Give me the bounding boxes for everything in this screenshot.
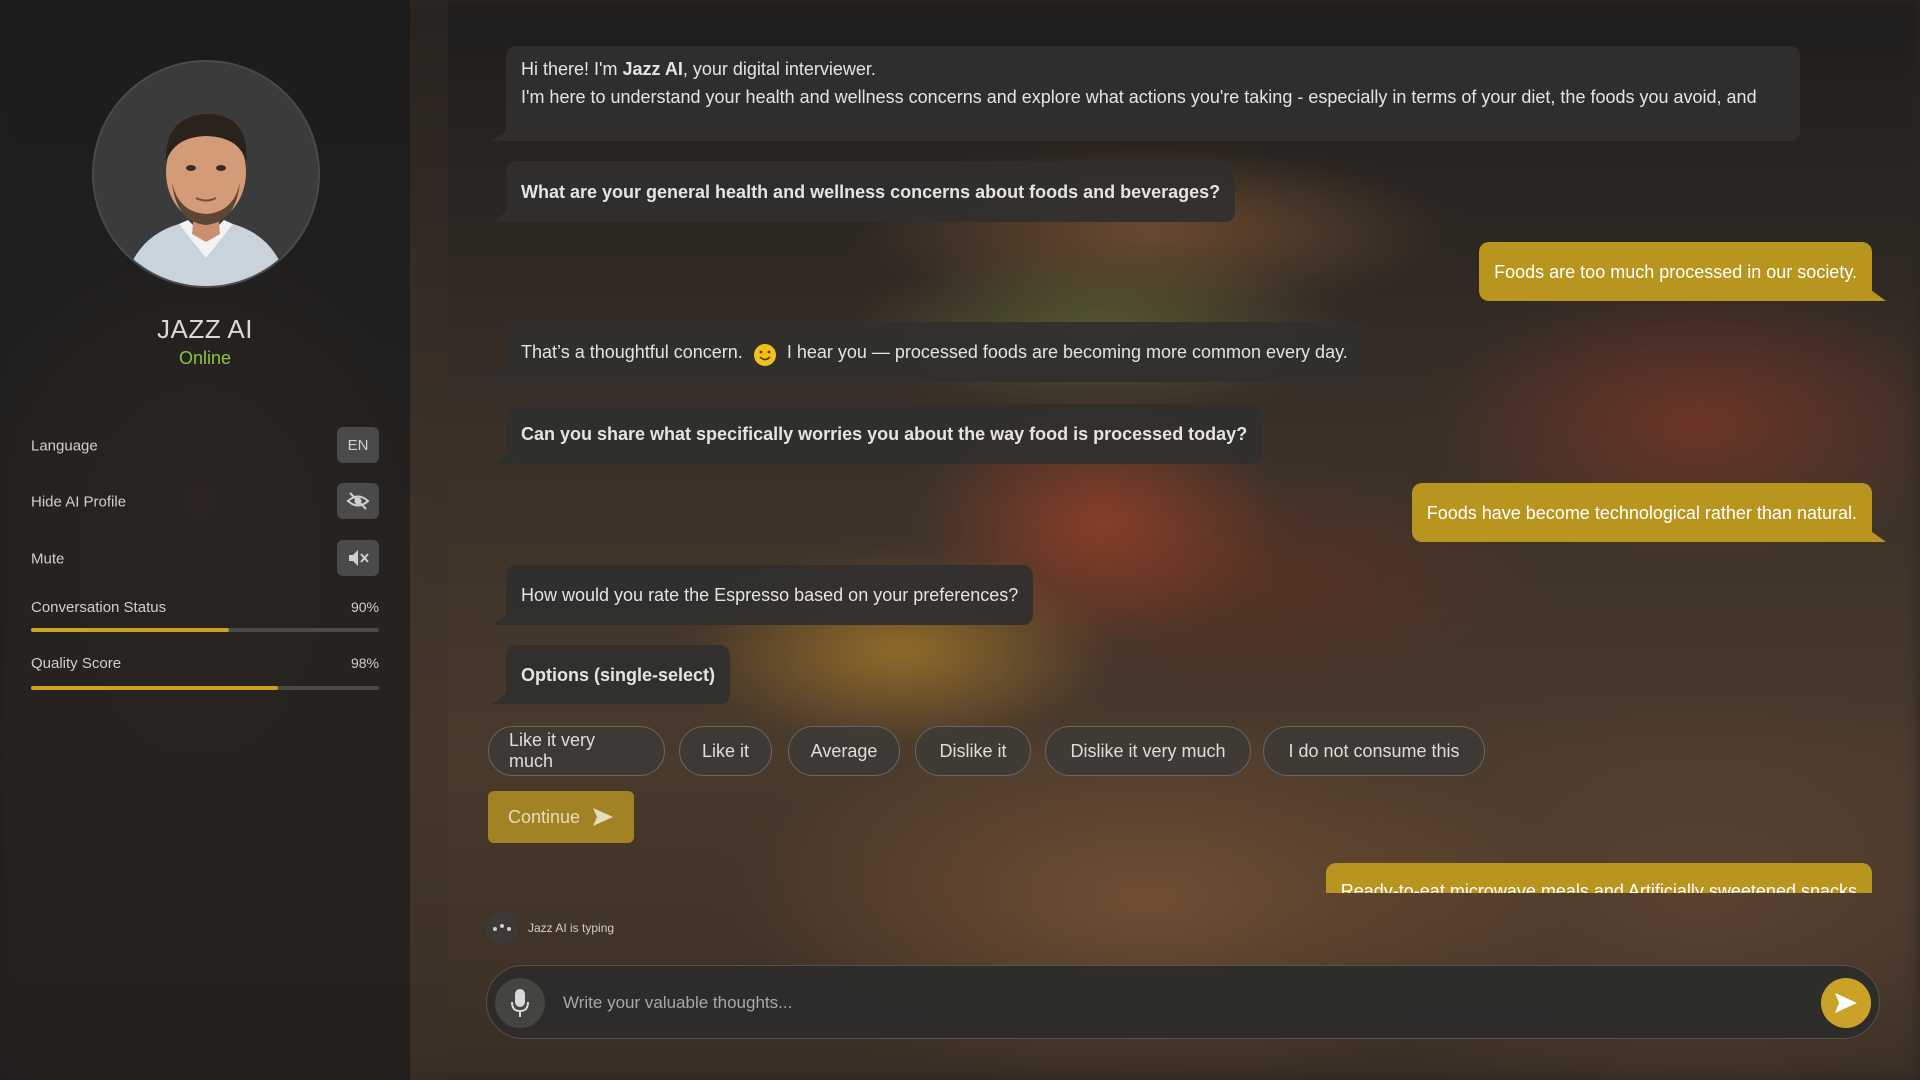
intro-line-2: I'm here to understand your health and w… — [521, 87, 1757, 107]
quality-score-value: 98% — [350, 655, 379, 671]
microphone-button[interactable] — [495, 978, 545, 1028]
ai-question: Can you share what specifically worries … — [491, 404, 1263, 464]
option-dislike-it-very-much[interactable]: Dislike it very much — [1045, 726, 1251, 776]
speaker-muted-icon — [349, 550, 369, 566]
intro-text-end: , your digital interviewer. — [682, 59, 876, 79]
language-setting: Language EN — [31, 427, 379, 465]
mute-setting: Mute — [31, 540, 379, 578]
conversation-status-value: 90% — [350, 599, 379, 615]
ack-text-rest: I hear you — processed foods are becomin… — [786, 342, 1348, 362]
language-label: Language — [31, 437, 98, 455]
conversation-status-fill — [31, 628, 230, 632]
option-like-it[interactable]: Like it — [679, 726, 772, 776]
microphone-icon — [511, 989, 529, 1017]
eye-off-icon — [346, 492, 370, 510]
options-title: Options (single-select) — [491, 645, 731, 704]
message-input[interactable] — [561, 980, 1785, 1026]
agent-name: JAZZ AI — [157, 314, 253, 344]
intro-line-1: Hi there! I'm Jazz AI, your digital inte… — [521, 55, 1785, 83]
mute-label: Mute — [31, 550, 65, 568]
intro-text: Hi there! I'm — [521, 59, 623, 79]
sidebar: JAZZ AI Online Language EN Hide AI Profi… — [0, 0, 410, 1080]
agent-status: Online — [178, 348, 232, 368]
conversation-status-track — [31, 628, 379, 632]
agent-name-inline: Jazz AI — [622, 59, 683, 79]
ack-text: That’s a thoughtful concern. — [521, 342, 743, 362]
scroll-clip: Ready-to-eat microwave meals and Artific… — [448, 858, 1920, 893]
send-arrow-icon — [593, 808, 614, 826]
continue-button[interactable]: Continue — [488, 791, 634, 843]
mute-button[interactable] — [337, 540, 379, 576]
typing-indicator-icon — [486, 912, 518, 944]
hide-profile-label: Hide AI Profile — [31, 493, 127, 511]
user-answer: Foods are too much processed in our soci… — [1479, 242, 1886, 301]
continue-label: Continue — [507, 806, 581, 827]
option-dislike-it[interactable]: Dislike it — [915, 726, 1031, 776]
hide-profile-setting: Hide AI Profile — [31, 483, 379, 521]
language-button[interactable]: EN — [337, 427, 379, 463]
user-answer-partial: Ready-to-eat microwave meals and Artific… — [1325, 863, 1872, 893]
quality-score-label: Quality Score — [31, 655, 122, 672]
avatar-portrait — [94, 62, 318, 286]
quality-score-track — [31, 686, 379, 690]
option-like-it-very-much[interactable]: Like it very much — [488, 726, 665, 776]
ai-question: How would you rate the Espresso based on… — [491, 565, 1034, 625]
typing-dots-icon — [493, 924, 511, 931]
ai-message-ack: That’s a thoughtful concern. I hear you … — [492, 322, 1363, 382]
ai-question: What are your general health and wellnes… — [491, 161, 1236, 222]
avatar — [92, 60, 320, 288]
send-button[interactable] — [1821, 978, 1871, 1028]
typing-indicator-text: Jazz AI is typing — [528, 921, 615, 935]
option-do-not-consume[interactable]: I do not consume this — [1263, 726, 1485, 776]
smiley-icon — [753, 344, 776, 366]
send-icon — [1835, 993, 1857, 1013]
user-answer: Foods have become technological rather t… — [1411, 483, 1887, 542]
chat-panel: Hi there! I'm Jazz AI, your digital inte… — [448, 0, 1920, 1080]
message-composer — [486, 965, 1880, 1039]
conversation-status-label: Conversation Status — [31, 599, 167, 616]
option-average[interactable]: Average — [788, 726, 900, 776]
quality-score-fill — [31, 686, 279, 690]
sidebar-divider — [410, 0, 448, 1080]
hide-profile-button[interactable] — [337, 483, 379, 519]
ai-message-intro: Hi there! I'm Jazz AI, your digital inte… — [492, 46, 1800, 141]
